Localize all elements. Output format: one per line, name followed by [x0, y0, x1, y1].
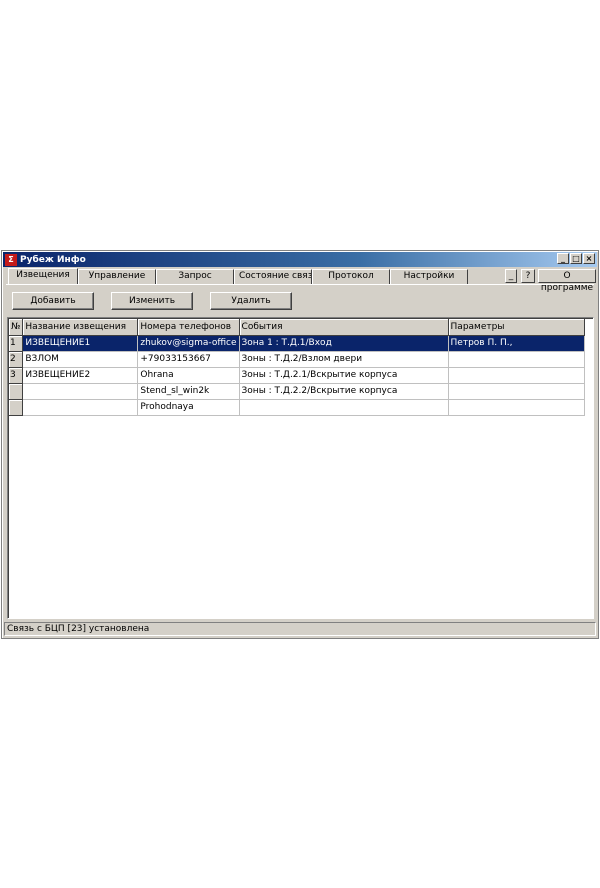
row-number: 1 — [9, 335, 24, 352]
delete-button[interactable]: Удалить — [210, 292, 292, 310]
cell-name[interactable]: ИЗВЕЩЕНИЕ2 — [22, 367, 139, 384]
notifications-grid[interactable]: № Название извещения Номера телефонов Со… — [7, 317, 594, 619]
column-header-phones[interactable]: Номера телефонов — [137, 319, 240, 336]
row-number: 3 — [9, 367, 24, 384]
table-row[interactable]: 1 ИЗВЕЩЕНИЕ1 zhukov@sigma-office Зона 1 … — [9, 335, 585, 352]
row-number — [9, 383, 24, 400]
cell-params[interactable]: Петров П. П., — [448, 335, 585, 352]
close-button[interactable]: × — [583, 253, 595, 264]
cell-event[interactable] — [239, 399, 449, 416]
add-button[interactable]: Добавить — [12, 292, 94, 310]
row-number: 2 — [9, 351, 24, 368]
edit-button[interactable]: Изменить — [111, 292, 193, 310]
cell-name[interactable] — [22, 399, 139, 416]
cell-event[interactable]: Зоны : Т.Д.2.1/Вскрытие корпуса — [239, 367, 449, 384]
tab-divider — [6, 284, 594, 285]
column-header-params[interactable]: Параметры — [448, 319, 585, 336]
window-controls: _ □ × — [557, 253, 595, 264]
column-header-name[interactable]: Название извещения — [22, 319, 139, 336]
cell-phone[interactable]: +79033153667 — [137, 351, 240, 368]
cell-name[interactable]: ВЗЛОМ — [22, 351, 139, 368]
cell-phone[interactable]: zhukov@sigma-office — [137, 335, 240, 352]
table-row[interactable]: 3 ИЗВЕЩЕНИЕ2 Ohrana Зоны : Т.Д.2.1/Вскры… — [9, 367, 585, 384]
tab-notifications[interactable]: Извещения — [8, 268, 78, 284]
minimize-panel-button[interactable]: _ — [505, 269, 517, 283]
cell-params[interactable] — [448, 399, 585, 416]
tab-request[interactable]: Запрос — [156, 269, 234, 284]
tab-settings[interactable]: Настройки — [390, 269, 468, 284]
tab-control[interactable]: Управление — [78, 269, 156, 284]
cell-event[interactable]: Зона 1 : Т.Д.1/Вход — [239, 335, 449, 352]
help-button[interactable]: ? — [521, 269, 535, 283]
cell-params[interactable] — [448, 351, 585, 368]
app-window: Σ Рубеж Инфо _ □ × Извещения Управление … — [1, 250, 599, 639]
notifications-table: № Название извещения Номера телефонов Со… — [9, 319, 585, 416]
cell-phone[interactable]: Ohrana — [137, 367, 240, 384]
app-logo-icon[interactable]: Σ — [5, 253, 17, 266]
tab-connection-status[interactable]: Состояние связи — [234, 269, 312, 284]
window-title: Рубеж Инфо — [20, 254, 86, 265]
column-header-number[interactable]: № — [9, 319, 24, 336]
title-bar[interactable]: Σ Рубеж Инфо _ □ × — [3, 252, 597, 267]
table-row[interactable]: Stend_sl_win2k Зоны : Т.Д.2.2/Вскрытие к… — [9, 383, 585, 400]
maximize-button[interactable]: □ — [570, 253, 582, 264]
table-header-row: № Название извещения Номера телефонов Со… — [9, 319, 585, 336]
cell-event[interactable]: Зоны : Т.Д.2/Взлом двери — [239, 351, 449, 368]
cell-phone[interactable]: Stend_sl_win2k — [137, 383, 240, 400]
tab-bar: Извещения Управление Запрос Состояние св… — [8, 268, 468, 284]
cell-name[interactable] — [22, 383, 139, 400]
tab-protocol[interactable]: Протокол — [312, 269, 390, 284]
status-bar: Связь с БЦП [23] установлена — [4, 622, 596, 636]
row-number — [9, 399, 24, 416]
about-button[interactable]: О программе — [538, 269, 596, 293]
minimize-button[interactable]: _ — [557, 253, 569, 264]
column-header-events[interactable]: События — [239, 319, 449, 336]
cell-event[interactable]: Зоны : Т.Д.2.2/Вскрытие корпуса — [239, 383, 449, 400]
cell-name[interactable]: ИЗВЕЩЕНИЕ1 — [22, 335, 139, 352]
cell-params[interactable] — [448, 367, 585, 384]
cell-params[interactable] — [448, 383, 585, 400]
cell-phone[interactable]: Prohodnaya — [137, 399, 240, 416]
table-row[interactable]: 2 ВЗЛОМ +79033153667 Зоны : Т.Д.2/Взлом … — [9, 351, 585, 368]
table-row[interactable]: Prohodnaya — [9, 399, 585, 416]
